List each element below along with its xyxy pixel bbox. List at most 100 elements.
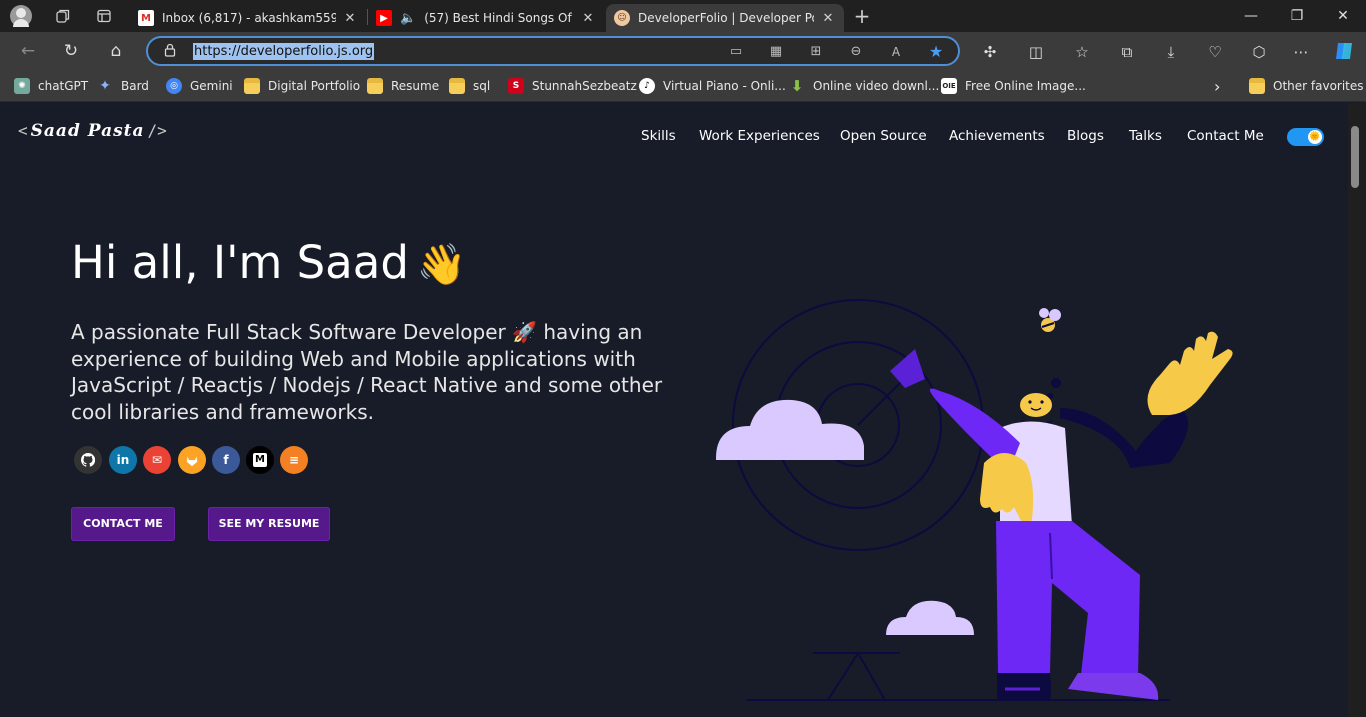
- profile-icon[interactable]: [10, 5, 32, 27]
- navigation-bar: ← ↻ ⌂ https://developerfolio.js.org ▭ ▦ …: [0, 32, 1366, 70]
- split-view-icon[interactable]: ◫: [1025, 41, 1047, 63]
- download-arrow-icon: ⬇: [790, 77, 804, 95]
- bookmark-sql[interactable]: sql: [449, 77, 490, 95]
- medium-icon[interactable]: M: [246, 446, 274, 474]
- bookmark-label: Gemini: [190, 79, 233, 93]
- tab-title: (57) Best Hindi Songs Of 200: [424, 11, 574, 25]
- bookmark-digital-portfolio[interactable]: Digital Portfolio: [244, 77, 360, 95]
- site-logo[interactable]: < Saad Pasta/>: [18, 121, 167, 141]
- url-text[interactable]: https://developerfolio.js.org: [193, 43, 375, 60]
- close-window-icon[interactable]: ✕: [1328, 4, 1358, 28]
- browser-essentials-icon[interactable]: ⬡: [1248, 41, 1270, 63]
- minimize-icon[interactable]: —: [1236, 4, 1266, 28]
- waving-hand-icon: 👋: [416, 242, 467, 288]
- bookmark-chatgpt[interactable]: ✺ chatGPT: [14, 77, 88, 95]
- gemini-icon: ◎: [166, 78, 182, 94]
- page-scrollbar[interactable]: [1348, 103, 1366, 717]
- bookmark-image-tool[interactable]: OIE Free Online Image...: [941, 77, 1086, 95]
- extensions-icon[interactable]: ✣: [979, 41, 1001, 63]
- folder-icon: [449, 78, 465, 94]
- tab-title: DeveloperFolio | Developer Portfo: [638, 11, 814, 25]
- home-icon[interactable]: ⌂: [105, 40, 127, 62]
- nav-work-experiences[interactable]: Work Experiences: [699, 128, 820, 144]
- folder-icon: [367, 78, 383, 94]
- refresh-icon[interactable]: ↻: [60, 40, 82, 62]
- close-icon[interactable]: ✕: [820, 11, 836, 26]
- restore-icon[interactable]: ❐: [1282, 4, 1312, 28]
- facebook-icon[interactable]: f: [212, 446, 240, 474]
- bookmark-other-favorites[interactable]: Other favorites: [1249, 77, 1364, 95]
- logo-open-bracket: <: [18, 121, 28, 140]
- bookmark-label: Free Online Image...: [965, 79, 1086, 93]
- back-icon[interactable]: ←: [17, 40, 39, 62]
- nav-achievements[interactable]: Achievements: [949, 128, 1045, 144]
- developer-illustration: [716, 299, 1233, 701]
- page-viewport: < Saad Pasta/> Skills Work Experiences Op…: [0, 103, 1348, 717]
- bookmark-virtual-piano[interactable]: ♪ Virtual Piano - Onli...: [639, 77, 786, 95]
- close-icon[interactable]: ✕: [580, 11, 596, 26]
- favorites-icon[interactable]: ☆: [1071, 41, 1093, 63]
- bookmark-label: chatGPT: [38, 79, 89, 93]
- copilot-icon[interactable]: [1332, 40, 1356, 64]
- nav-skills[interactable]: Skills: [641, 128, 676, 144]
- collections-icon[interactable]: ⧉: [1116, 41, 1138, 63]
- rocket-icon: 🚀: [512, 320, 537, 344]
- address-bar[interactable]: https://developerfolio.js.org ▭ ▦ ⊞ ⊖ A …: [146, 36, 960, 66]
- nav-contact-me[interactable]: Contact Me: [1187, 128, 1264, 144]
- bookmark-label: StunnahSezbeatz: [532, 79, 637, 93]
- zoom-out-icon[interactable]: ⊖: [847, 43, 865, 61]
- see-my-resume-button[interactable]: SEE MY RESUME: [208, 507, 330, 541]
- tab-developerfolio[interactable]: ☺ DeveloperFolio | Developer Portfo ✕: [606, 4, 844, 32]
- github-icon[interactable]: [74, 446, 102, 474]
- gitlab-icon[interactable]: [178, 446, 206, 474]
- lock-icon[interactable]: [164, 43, 176, 57]
- contact-me-button[interactable]: CONTACT ME: [71, 507, 175, 541]
- tab-gmail[interactable]: M Inbox (6,817) - akashkam559@gm ✕: [130, 4, 366, 32]
- bookmark-label: Online video downl...: [813, 79, 940, 93]
- chatgpt-icon: ✺: [14, 78, 30, 94]
- stunnah-icon: S: [508, 78, 524, 94]
- more-options-icon[interactable]: ⋯: [1290, 41, 1312, 63]
- new-tab-icon[interactable]: +: [851, 4, 873, 28]
- read-aloud-icon[interactable]: A: [887, 43, 905, 61]
- scrollbar-thumb[interactable]: [1351, 126, 1359, 188]
- favorite-star-icon[interactable]: ★: [927, 43, 945, 61]
- bookmark-label: Digital Portfolio: [268, 79, 361, 93]
- intro-subtitle: A passionate Full Stack Software Develop…: [71, 319, 671, 425]
- subtitle-part-1: A passionate Full Stack Software Develop…: [71, 320, 506, 344]
- bookmark-gemini[interactable]: ◎ Gemini: [166, 77, 233, 95]
- audio-playing-icon[interactable]: 🔈: [400, 11, 416, 26]
- app-available-icon[interactable]: ▭: [727, 43, 745, 61]
- stackoverflow-icon[interactable]: ≡: [280, 446, 308, 474]
- nav-blogs[interactable]: Blogs: [1067, 128, 1104, 144]
- bookmark-label: Virtual Piano - Onli...: [663, 79, 786, 93]
- workspaces-icon[interactable]: [52, 5, 74, 27]
- split-screen-icon[interactable]: ⊞: [807, 43, 825, 61]
- nav-talks[interactable]: Talks: [1129, 128, 1162, 144]
- dark-mode-toggle[interactable]: 🌞: [1287, 128, 1324, 146]
- tab-title: Inbox (6,817) - akashkam559@gm: [162, 11, 336, 25]
- developerfolio-icon: ☺: [614, 10, 630, 26]
- performance-icon[interactable]: ♡: [1204, 41, 1226, 63]
- nav-open-source[interactable]: Open Source: [840, 128, 927, 144]
- bookmark-label: Other favorites: [1273, 79, 1364, 93]
- qr-code-icon[interactable]: ▦: [767, 43, 785, 61]
- bookmark-resume[interactable]: Resume: [367, 77, 439, 95]
- bookmark-stunnahsezbeatz[interactable]: S StunnahSezbeatz: [508, 77, 637, 95]
- close-icon[interactable]: ✕: [342, 11, 358, 26]
- sun-icon: 🌞: [1308, 130, 1322, 144]
- bookmark-video-downloader[interactable]: ⬇ Online video downl...: [789, 77, 940, 95]
- linkedin-icon[interactable]: in: [109, 446, 137, 474]
- bookmark-bard[interactable]: ✦ Bard: [97, 77, 149, 95]
- bard-icon: ✦: [99, 78, 111, 94]
- folder-icon: [244, 78, 260, 94]
- bookmark-label: Resume: [391, 79, 440, 93]
- logo-close-bracket: />: [147, 121, 167, 140]
- bookmark-label: sql: [473, 79, 491, 93]
- image-tool-icon: OIE: [941, 78, 957, 94]
- downloads-icon[interactable]: ⤓: [1160, 41, 1182, 63]
- email-icon[interactable]: ✉: [143, 446, 171, 474]
- vertical-tabs-icon[interactable]: [93, 5, 115, 27]
- chevron-right-icon[interactable]: ›: [1214, 77, 1220, 96]
- tab-youtube[interactable]: ▶ 🔈 (57) Best Hindi Songs Of 200 ✕: [368, 4, 604, 32]
